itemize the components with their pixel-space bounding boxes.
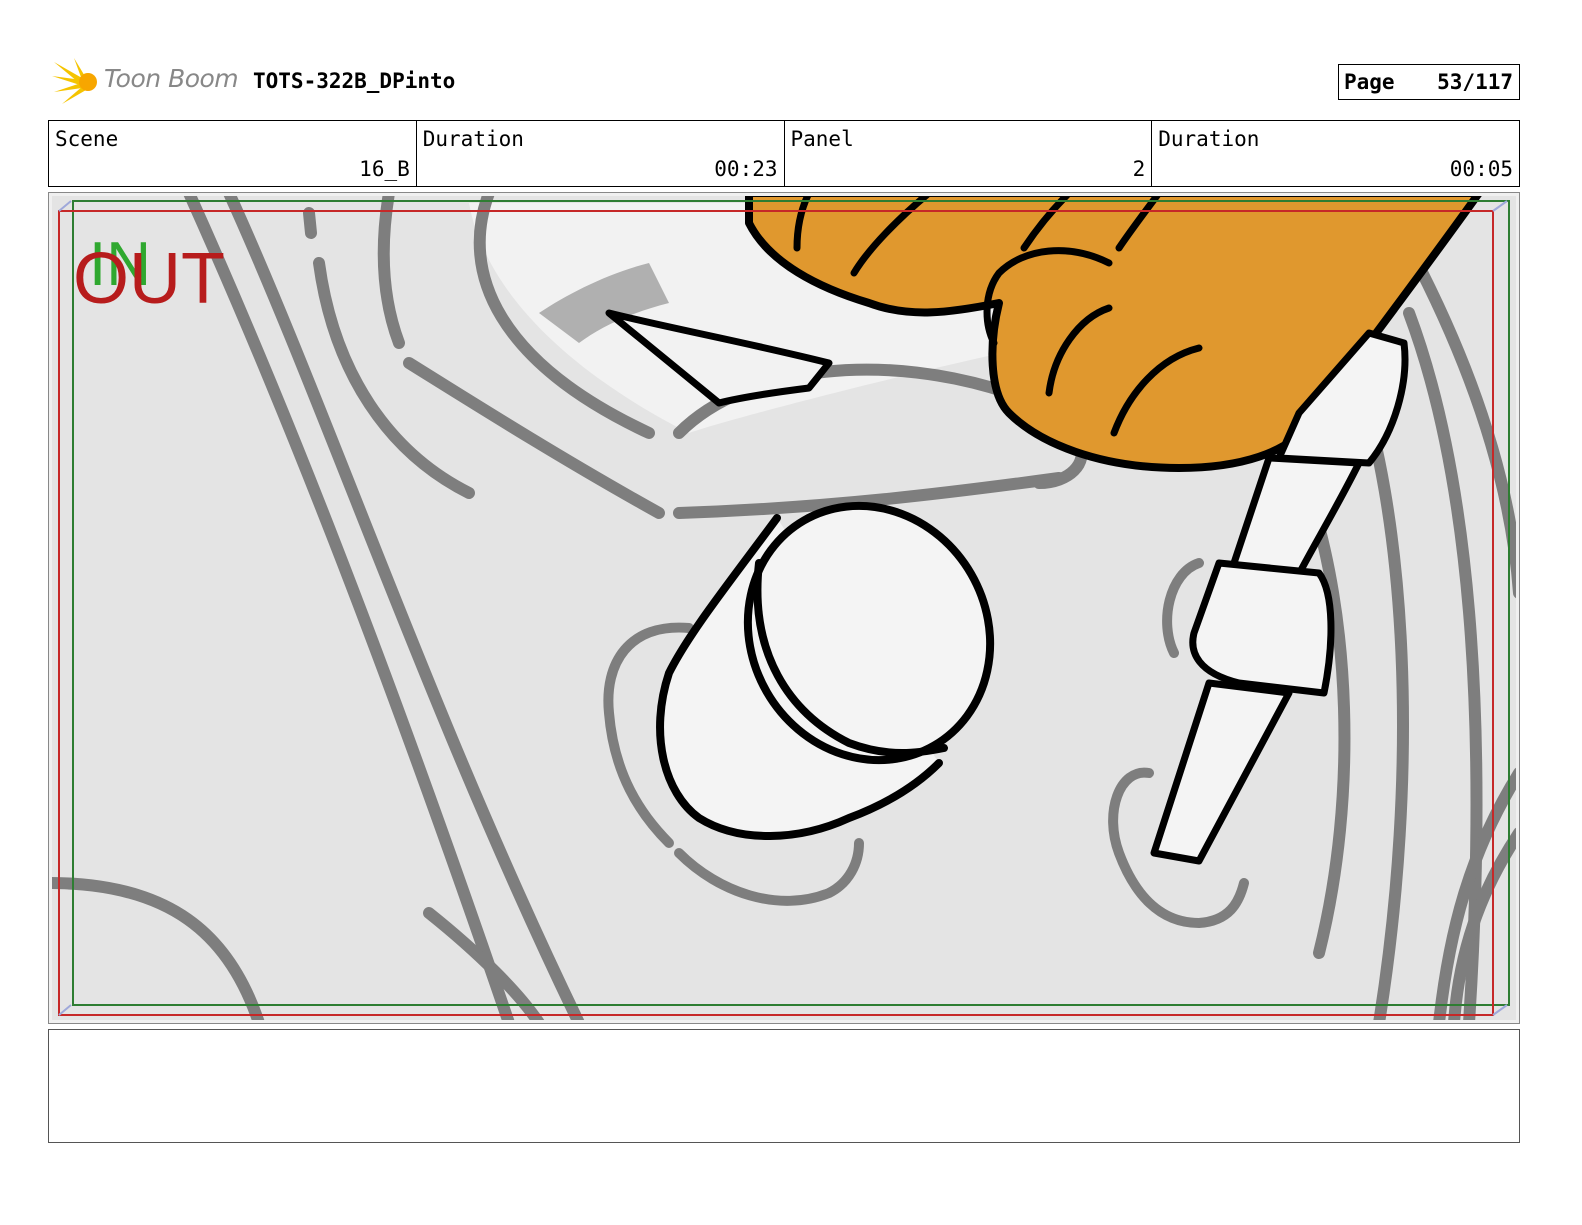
page-indicator: Page 53/117 bbox=[1338, 64, 1520, 100]
panel-duration-label: Duration bbox=[1158, 127, 1260, 151]
scene-cell: Scene 16_B bbox=[49, 121, 417, 186]
panel-cell: Panel 2 bbox=[785, 121, 1153, 186]
out-marker: OUT bbox=[73, 239, 225, 319]
scene-duration-cell: Duration 00:23 bbox=[417, 121, 785, 186]
panel-duration-cell: Duration 00:05 bbox=[1152, 121, 1519, 186]
scene-label: Scene bbox=[55, 127, 119, 151]
panel-artwork: IN OUT bbox=[52, 196, 1516, 1020]
page-label: Page bbox=[1344, 70, 1395, 94]
project-title: TOTS-322B_DPinto bbox=[253, 69, 456, 93]
scene-value: 16_B bbox=[359, 157, 410, 181]
panel-notes-box[interactable] bbox=[48, 1029, 1520, 1143]
panel-duration-value: 00:05 bbox=[1449, 157, 1513, 181]
scene-info-bar: Scene 16_B Duration 00:23 Panel 2 Durati… bbox=[48, 120, 1520, 187]
storyboard-panel: IN OUT bbox=[48, 192, 1520, 1024]
scene-duration-label: Duration bbox=[422, 127, 524, 151]
panel-label: Panel bbox=[790, 127, 854, 151]
page-number: 53/117 bbox=[1437, 70, 1513, 94]
scene-duration-value: 00:23 bbox=[714, 157, 778, 181]
panel-value: 2 bbox=[1132, 157, 1146, 181]
brand-name: Toon Boom bbox=[104, 64, 239, 93]
